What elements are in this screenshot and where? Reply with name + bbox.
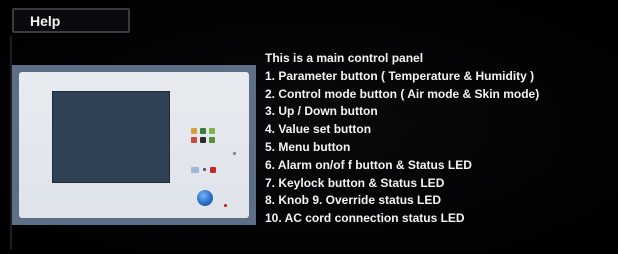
instruction-item: 7. Keylock button & Status LED xyxy=(265,175,445,190)
instruction-item: 8. Knob 9. Override status LED xyxy=(265,193,442,208)
device-led-icon xyxy=(233,152,236,155)
help-tab-label: Help xyxy=(30,13,61,29)
instruction-item: 10. AC cord connection status LED xyxy=(265,211,465,226)
instruction-item: 6. Alarm on/of f button & Status LED xyxy=(265,157,472,172)
instruction-item: 1. Parameter button ( Temperature & Humi… xyxy=(265,68,535,83)
device-button-icon xyxy=(200,128,206,134)
help-tab[interactable]: Help xyxy=(12,8,130,33)
device-lcd-screen xyxy=(52,91,170,183)
device-button-icon xyxy=(209,137,215,143)
instruction-item: 2. Control mode button ( Air mode & Skin… xyxy=(265,86,540,101)
device-button-icon xyxy=(191,128,197,134)
device-button-icon xyxy=(200,137,206,143)
device-knob-icon xyxy=(197,190,213,206)
device-body xyxy=(19,72,249,218)
device-led-icon xyxy=(203,168,206,171)
instruction-item: 5. Menu button xyxy=(265,139,351,154)
device-button-icon xyxy=(191,167,199,173)
device-button-icon xyxy=(210,167,216,173)
instruction-item: 4. Value set button xyxy=(265,122,372,137)
instructions-title: This is a main control panel xyxy=(265,51,424,65)
device-led-icon xyxy=(224,204,227,207)
help-screen: Help This is a main control panel 1. Par… xyxy=(0,0,618,254)
instructions-text: This is a main control panel 1. Paramete… xyxy=(265,50,539,228)
instruction-item: 3. Up / Down button xyxy=(265,104,378,119)
device-button-icon xyxy=(209,128,215,134)
control-panel-image xyxy=(12,65,256,225)
device-button-icon xyxy=(191,137,197,143)
